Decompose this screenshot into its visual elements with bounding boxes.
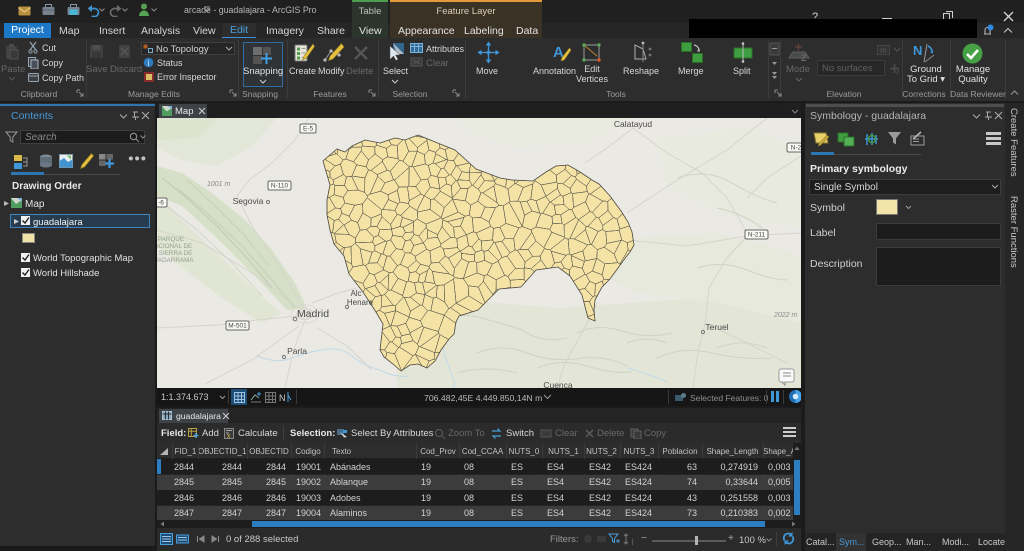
svg-text:N: N <box>913 43 922 58</box>
svg-text:N: N <box>279 393 286 403</box>
svg-text:-6: -6 <box>158 200 164 207</box>
svg-text:Cuenca: Cuenca <box>543 380 573 388</box>
svg-text:Alc: Alc <box>350 289 361 298</box>
svg-text:Parla: Parla <box>287 346 307 356</box>
svg-text:Z: Z <box>801 53 807 62</box>
svg-text:GUADARRAMA: GUADARRAMA <box>157 257 194 264</box>
svg-text:E-5: E-5 <box>303 126 314 133</box>
svg-text:NACIONAL DE: NACIONAL DE <box>157 243 192 250</box>
svg-text:Teruel: Teruel <box>705 322 728 332</box>
svg-text:Calatayud: Calatayud <box>614 119 653 129</box>
svg-text:z: z <box>896 69 900 75</box>
svg-text:Henare: Henare <box>347 298 374 307</box>
svg-text:PARQUE: PARQUE <box>158 236 184 243</box>
svg-text:x: x <box>227 433 231 439</box>
svg-text:N-2: N-2 <box>791 145 801 152</box>
svg-text:N-110: N-110 <box>271 183 289 190</box>
svg-text:N-211: N-211 <box>748 232 766 239</box>
svg-text:LA SIERRA DE: LA SIERRA DE <box>157 250 192 257</box>
svg-text:Segovia: Segovia <box>233 196 264 206</box>
svg-text:2022 m: 2022 m <box>773 312 798 319</box>
svg-text:Madrid: Madrid <box>297 308 329 320</box>
svg-text:1001 m: 1001 m <box>207 181 231 188</box>
svg-text:M-501: M-501 <box>228 323 247 330</box>
